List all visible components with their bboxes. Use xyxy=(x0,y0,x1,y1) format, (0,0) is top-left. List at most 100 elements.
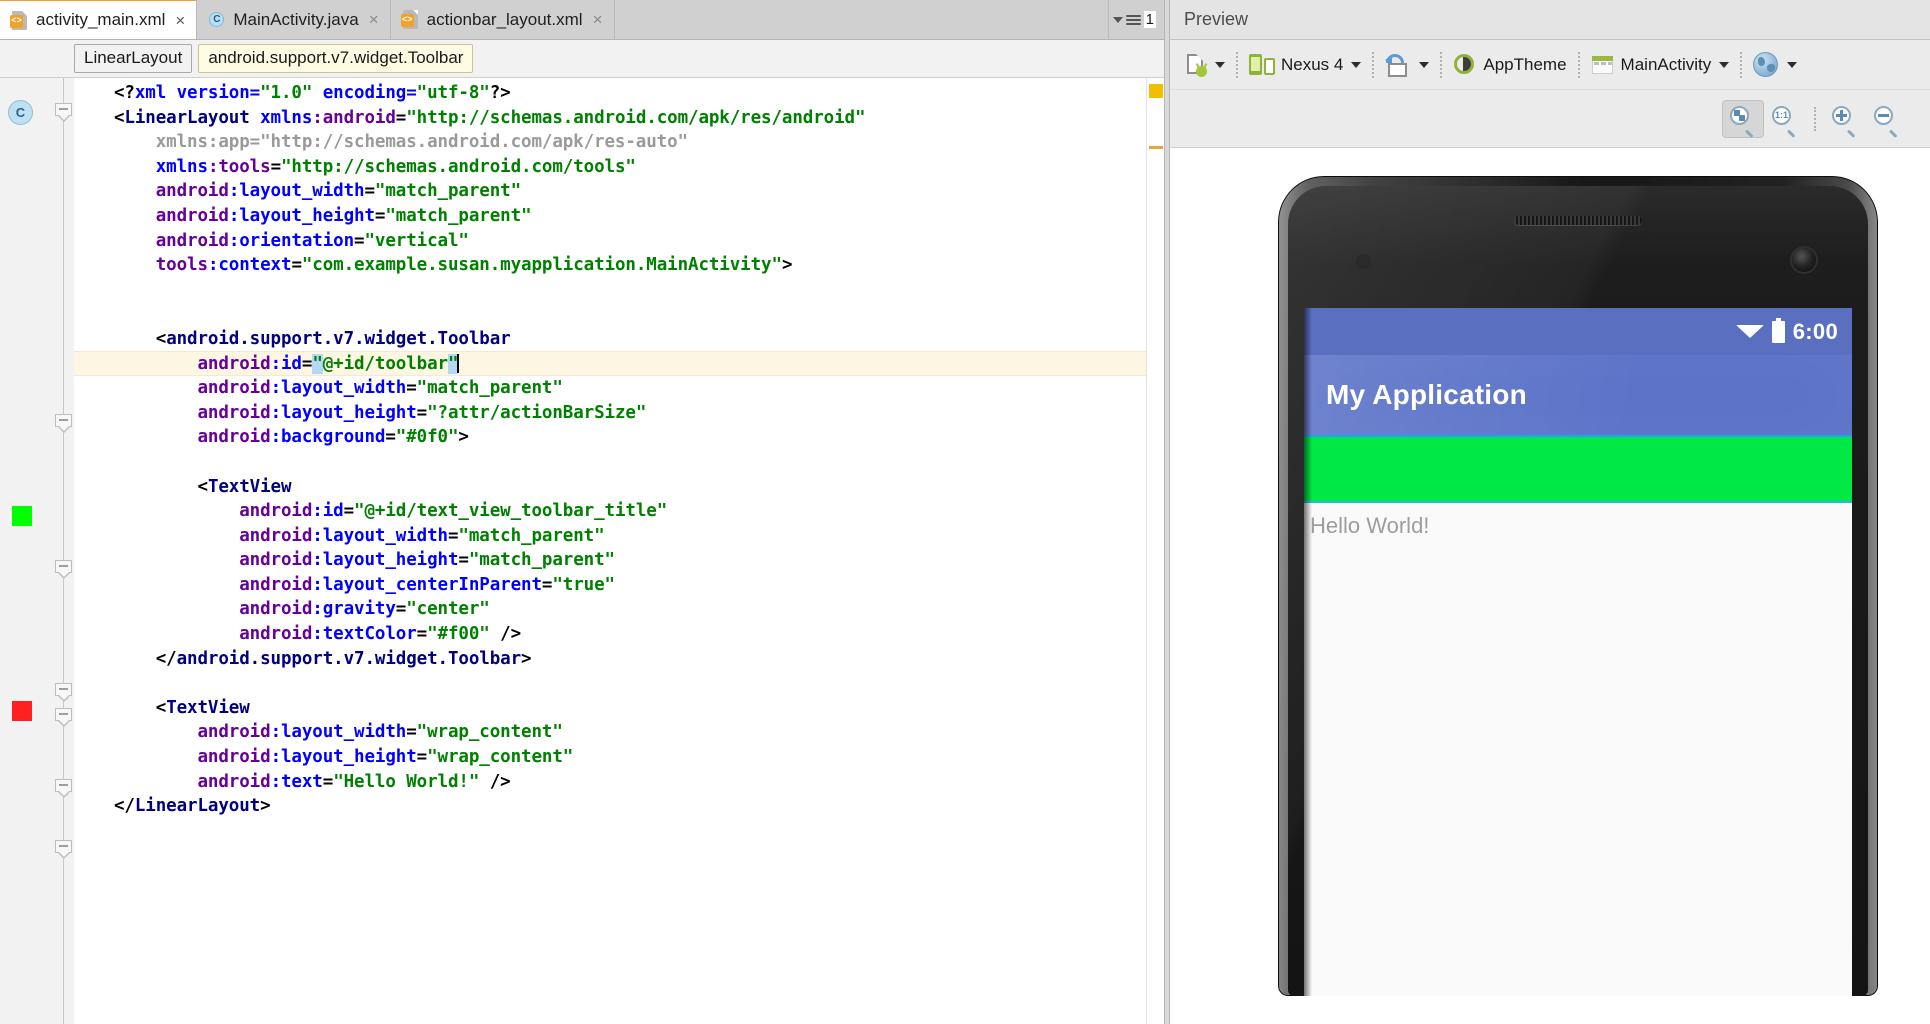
code-line: <LinearLayout xmlns:android="http://sche… xyxy=(114,106,1146,131)
breadcrumb-item-toolbar[interactable]: android.support.v7.widget.Toolbar xyxy=(198,44,473,73)
theme-label: AppTheme xyxy=(1483,55,1566,75)
fold-marker[interactable] xyxy=(55,103,74,122)
toolbar-divider xyxy=(1578,52,1580,78)
code-line: android:layout_width="match_parent" xyxy=(114,179,1146,204)
app-action-bar: My Application xyxy=(1304,355,1852,435)
code-line: <?xml version="1.0" encoding="utf-8"?> xyxy=(114,81,1146,106)
tab-mainactivity-java[interactable]: C MainActivity.java × xyxy=(197,0,390,39)
code-line: android:text="Hello World!" /> xyxy=(114,770,1146,795)
locale-button[interactable] xyxy=(1744,48,1806,82)
globe-icon xyxy=(1753,52,1779,78)
code-line: android:textColor="#f00" /> xyxy=(114,622,1146,647)
device-screen[interactable]: 6:00 My Application Hello World! xyxy=(1304,308,1852,996)
fold-marker[interactable] xyxy=(55,414,74,433)
chevron-down-icon xyxy=(1719,62,1729,68)
editor-gutter[interactable]: C xyxy=(0,78,74,1024)
color-swatch-red[interactable] xyxy=(12,701,32,721)
code-line: xmlns:tools="http://schemas.android.com/… xyxy=(114,155,1146,180)
earpiece-speaker-icon xyxy=(1514,216,1642,225)
fold-marker[interactable] xyxy=(55,779,74,798)
tab-overflow-group[interactable]: 1 xyxy=(1109,0,1164,39)
breadcrumb-item-linearlayout[interactable]: LinearLayout xyxy=(74,44,192,73)
fold-marker[interactable] xyxy=(55,683,74,702)
code-line: android:gravity="center" xyxy=(114,597,1146,622)
custom-toolbar-widget[interactable] xyxy=(1304,435,1852,503)
android-status-bar: 6:00 xyxy=(1304,308,1852,355)
activity-button[interactable]: MainActivity xyxy=(1582,48,1739,82)
fold-marker[interactable] xyxy=(55,708,74,727)
java-class-icon: C xyxy=(207,9,226,30)
code-line: <TextView xyxy=(114,475,1146,500)
zoom-out-button[interactable] xyxy=(1866,100,1908,138)
chevron-down-icon xyxy=(1215,62,1225,68)
document-android-icon xyxy=(1185,53,1207,77)
toolbar-divider xyxy=(1740,52,1742,78)
toolbar-divider xyxy=(1236,52,1238,78)
code-line: xmlns:app="http://schemas.android.com/ap… xyxy=(114,130,1146,155)
class-marker-icon[interactable]: C xyxy=(8,100,33,125)
zoom-actual-label: 1:1 xyxy=(1772,106,1791,125)
code-line: ​ xyxy=(114,671,1146,696)
device-render-nexus-4[interactable]: 6:00 My Application Hello World! xyxy=(1278,176,1878,996)
code-line: android:orientation="vertical" xyxy=(114,229,1146,254)
warning-marker[interactable] xyxy=(1149,84,1163,98)
source-code[interactable]: <?xml version="1.0" encoding="utf-8"?><L… xyxy=(74,78,1146,819)
preview-pane: Preview Nexus 4 AppTheme xyxy=(1170,0,1930,1024)
fold-marker[interactable] xyxy=(55,560,74,579)
preview-toolbar: Nexus 4 AppTheme MainActivity xyxy=(1170,40,1930,90)
tab-actionbar-layout-xml[interactable]: <> actionbar_layout.xml × xyxy=(391,0,615,39)
code-line: <TextView xyxy=(114,696,1146,721)
zoom-to-fit-button[interactable] xyxy=(1722,100,1764,138)
front-camera-icon xyxy=(1792,248,1816,272)
preview-canvas[interactable]: 6:00 My Application Hello World! xyxy=(1170,148,1930,1024)
zoom-out-icon xyxy=(1874,106,1900,132)
change-marker[interactable] xyxy=(1149,146,1163,149)
preview-zoom-controls: 1:1 xyxy=(1170,90,1930,148)
toolbar-divider xyxy=(1372,52,1374,78)
breadcrumb: LinearLayout android.support.v7.widget.T… xyxy=(0,40,1164,78)
device-icon xyxy=(1249,53,1275,77)
zoom-in-button[interactable] xyxy=(1824,100,1866,138)
code-folding-column xyxy=(54,78,74,1024)
tab-label: activity_main.xml xyxy=(36,10,165,30)
rotate-icon xyxy=(1385,53,1411,77)
tab-overflow-count: 1 xyxy=(1144,11,1156,28)
zoom-in-icon xyxy=(1832,106,1858,132)
toolbar-divider xyxy=(1440,52,1442,78)
code-editor[interactable]: <?xml version="1.0" encoding="utf-8"?><L… xyxy=(74,78,1146,1024)
code-line: ​ xyxy=(114,302,1146,327)
code-line: </LinearLayout> xyxy=(114,794,1146,819)
editor-body: C <?xml version xyxy=(0,78,1164,1024)
code-line: android:layout_height="match_parent" xyxy=(114,548,1146,573)
tab-label: actionbar_layout.xml xyxy=(427,10,583,30)
app-bar-title: My Application xyxy=(1326,379,1527,411)
tab-activity-main-xml[interactable]: <> activity_main.xml × xyxy=(0,0,197,39)
file-config-button[interactable] xyxy=(1176,48,1234,82)
activity-icon xyxy=(1591,53,1615,77)
zoom-divider xyxy=(1814,107,1816,131)
orientation-button[interactable] xyxy=(1376,48,1438,82)
theme-button[interactable]: AppTheme xyxy=(1444,48,1575,82)
close-icon[interactable]: × xyxy=(175,12,185,29)
device-button[interactable]: Nexus 4 xyxy=(1240,48,1370,82)
code-line: android:layout_centerInParent="true" xyxy=(114,573,1146,598)
color-swatch-green[interactable] xyxy=(12,506,32,526)
code-line: android:layout_height="match_parent" xyxy=(114,204,1146,229)
code-line: android:layout_height="wrap_content" xyxy=(114,745,1146,770)
tab-list-icon[interactable] xyxy=(1126,13,1141,27)
zoom-actual-button[interactable]: 1:1 xyxy=(1764,100,1806,138)
theme-circle-icon xyxy=(1453,53,1477,77)
editor-marker-bar[interactable] xyxy=(1146,78,1164,1024)
code-line: android:background="#0f0"> xyxy=(114,425,1146,450)
zoom-fit-icon xyxy=(1730,106,1756,132)
chevron-down-icon xyxy=(1787,62,1797,68)
zoom-1-1-icon: 1:1 xyxy=(1772,106,1798,132)
xml-file-icon: <> xyxy=(401,9,420,30)
xml-file-icon: <> xyxy=(10,10,29,31)
chevron-down-icon[interactable] xyxy=(1113,17,1123,23)
code-line: android:layout_width="wrap_content" xyxy=(114,720,1146,745)
close-icon[interactable]: × xyxy=(593,11,603,28)
fold-marker[interactable] xyxy=(55,840,74,859)
close-icon[interactable]: × xyxy=(369,11,379,28)
code-line: android:layout_width="match_parent" xyxy=(114,524,1146,549)
